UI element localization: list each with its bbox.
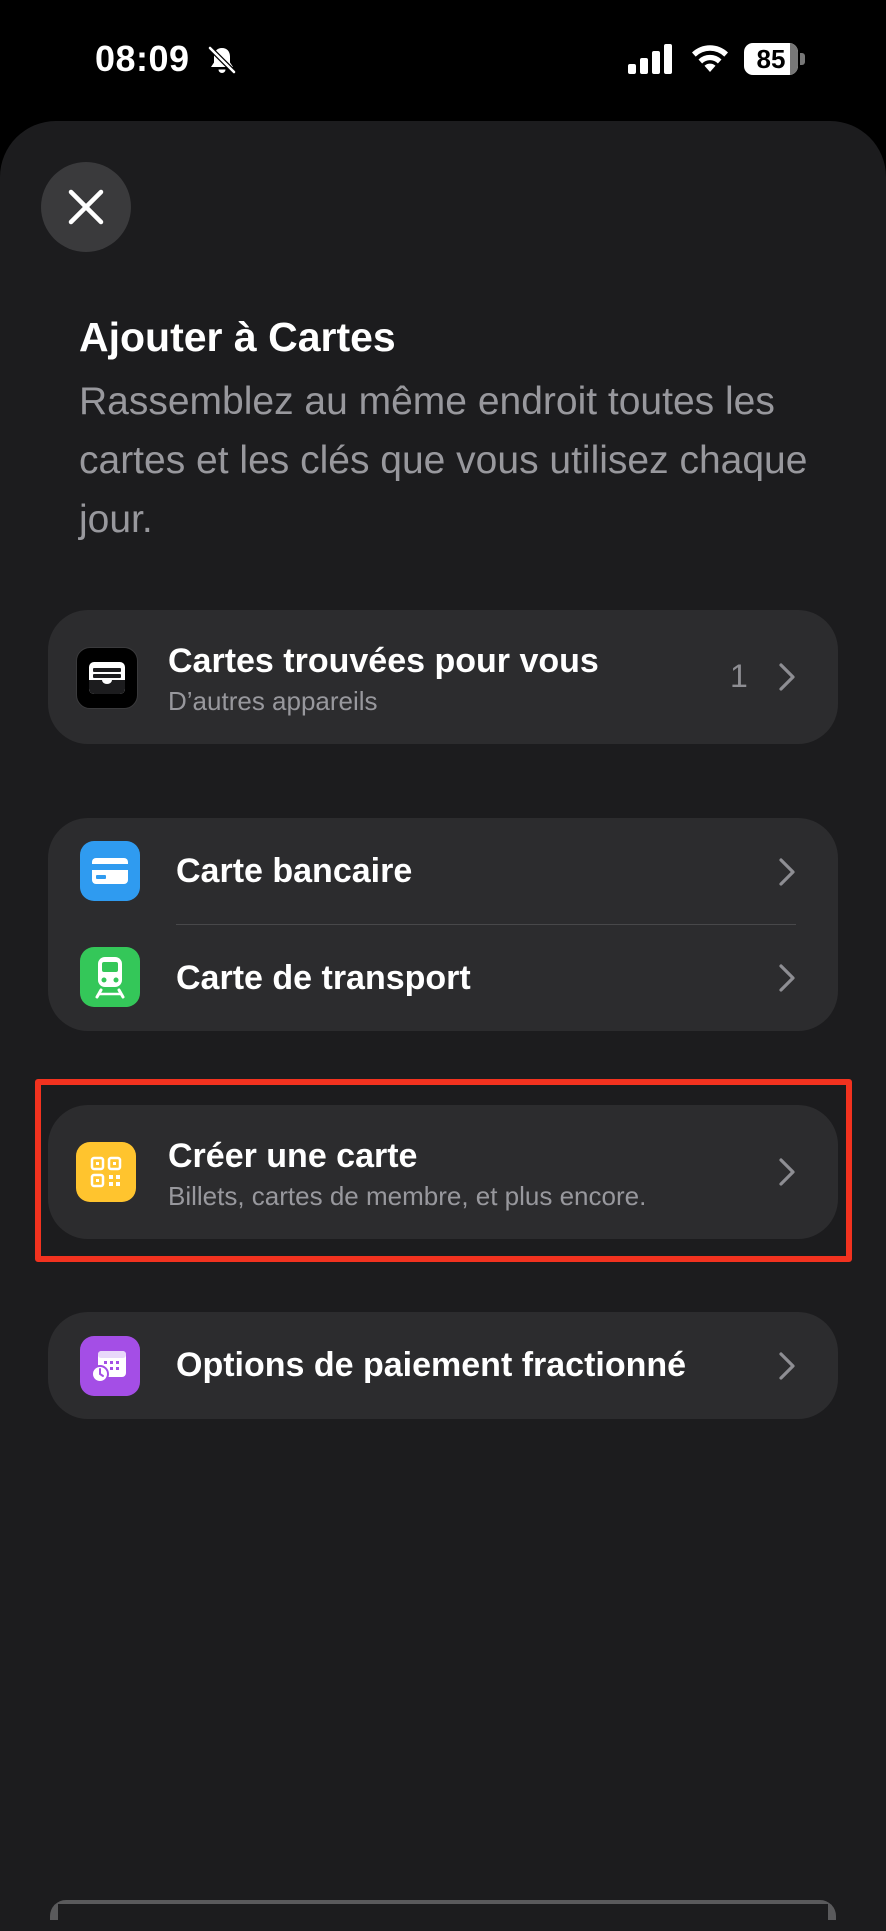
highlight-box <box>35 1079 852 1262</box>
credit-card-icon <box>80 841 140 901</box>
found-cards-title: Cartes trouvées pour vous <box>168 642 599 680</box>
found-cards-count: 1 <box>730 658 748 694</box>
bell-slash-icon <box>208 46 236 74</box>
list-item-bank-card[interactable]: Carte bancaire <box>48 818 838 925</box>
calendar-clock-icon <box>80 1336 140 1396</box>
page-subtitle: Rassemblez au même endroit toutes les ca… <box>79 380 808 541</box>
page-title: Ajouter à Cartes <box>79 314 396 360</box>
found-cards-row[interactable]: Cartes trouvées pour vous D’autres appar… <box>48 610 838 744</box>
battery-icon: 85 <box>744 43 806 75</box>
cellular-signal-icon <box>628 44 672 74</box>
bank-card-label: Carte bancaire <box>176 852 413 890</box>
chevron-right-icon <box>779 964 795 992</box>
chevron-right-icon <box>779 1352 795 1380</box>
transit-card-label: Carte de transport <box>176 959 471 997</box>
wallet-icon <box>76 647 138 709</box>
list-item-transit-card[interactable]: Carte de transport <box>48 925 838 1031</box>
card-types-group: Carte bancaire Carte de transport <box>48 818 838 1031</box>
found-cards-subtitle: D’autres appareils <box>168 686 378 716</box>
chevron-right-icon <box>779 663 795 691</box>
train-icon <box>80 947 140 1007</box>
battery-level: 85 <box>756 44 786 74</box>
status-time: 08:09 <box>95 38 190 79</box>
status-bar: 08:09 85 <box>0 0 886 120</box>
chevron-right-icon <box>779 858 795 886</box>
xmark-icon <box>68 189 104 225</box>
close-button[interactable] <box>41 162 131 252</box>
installments-label: Options de paiement fractionné <box>176 1346 687 1384</box>
installments-row[interactable]: Options de paiement fractionné <box>48 1312 838 1419</box>
wifi-icon <box>692 45 728 72</box>
